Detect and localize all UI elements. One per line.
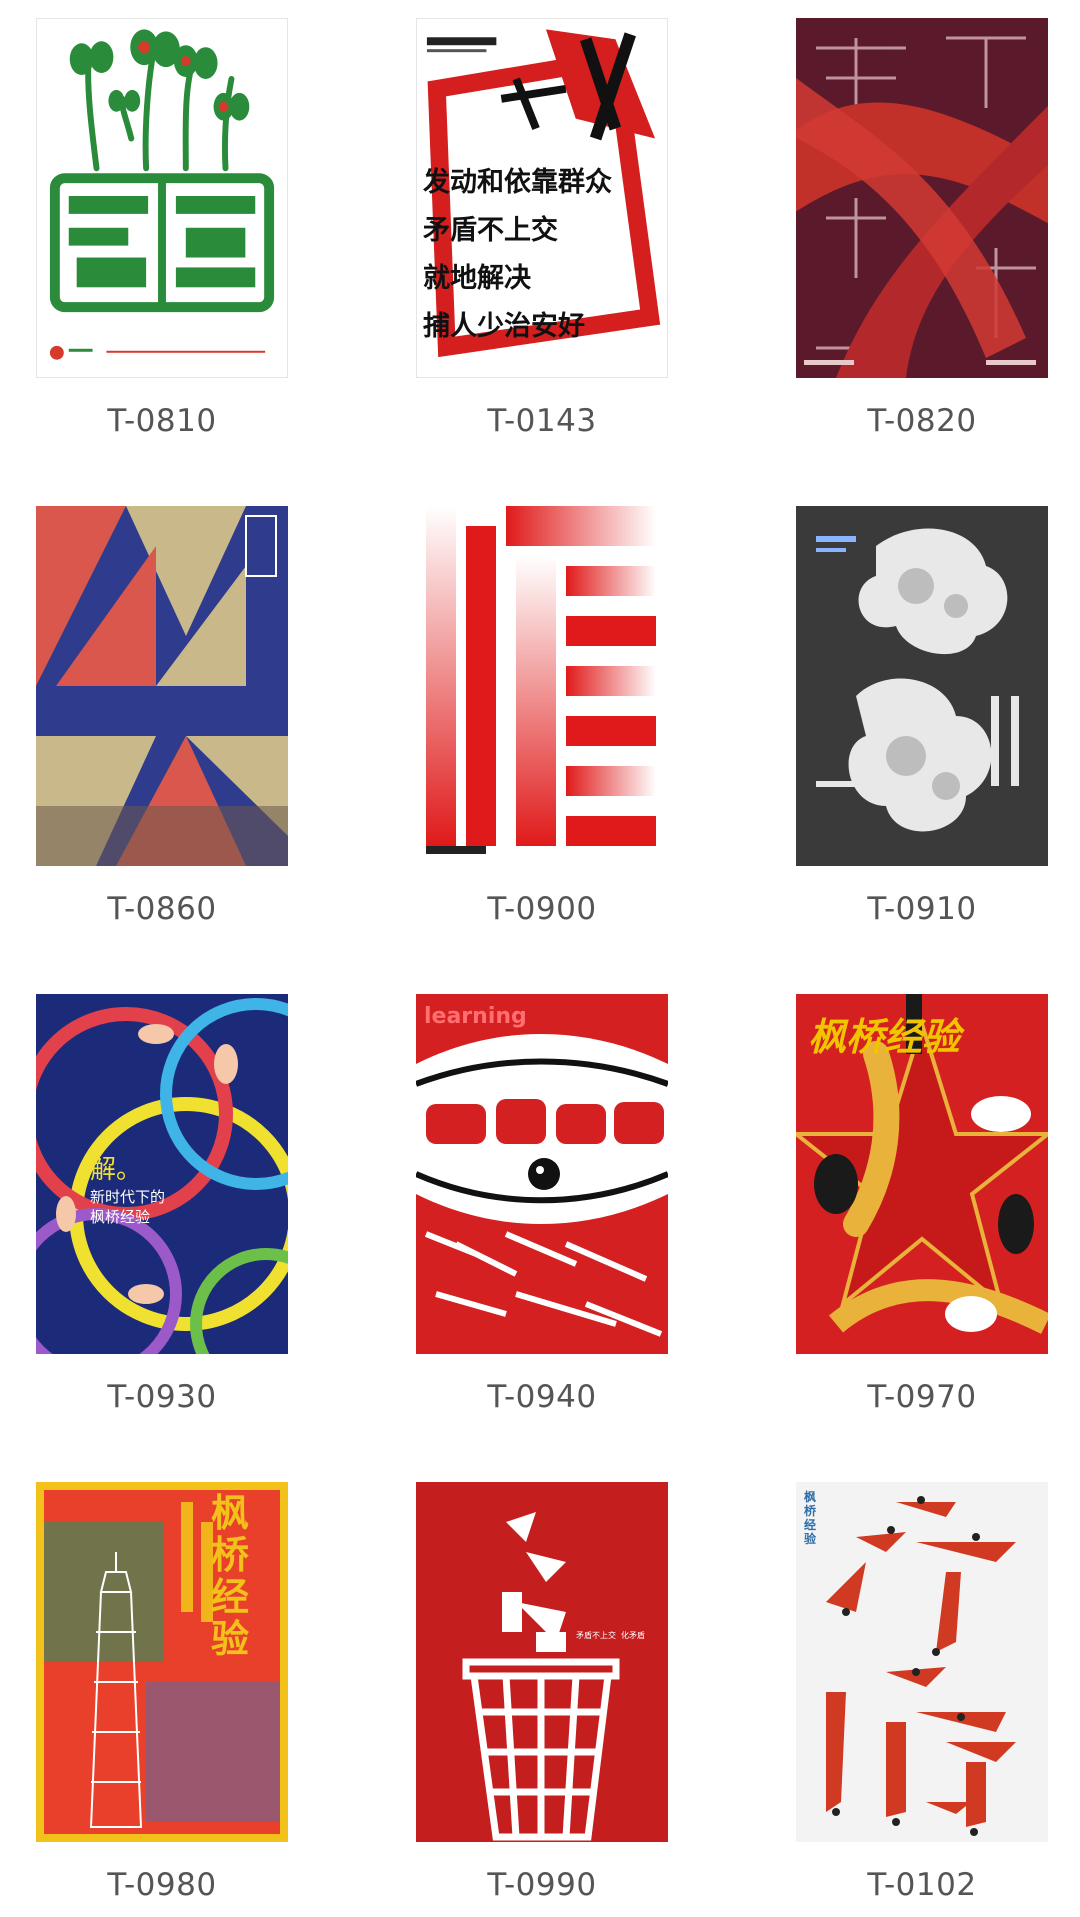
- poster-image: 发动和依靠群众 矛盾不上交 就地解决 捕人少治安好: [416, 18, 668, 378]
- poster-image: 枫桥经验: [796, 1482, 1048, 1842]
- poster-line: 发动和依靠群众: [423, 167, 612, 198]
- poster-code: T-0990: [487, 1867, 597, 1903]
- poster-code: T-0970: [867, 1379, 977, 1415]
- poster-image: 枫桥经验: [796, 994, 1048, 1354]
- poster-image: [796, 18, 1048, 378]
- poster-card-t0820[interactable]: T-0820: [796, 18, 1048, 448]
- poster-line: 矛盾不上交: [576, 1631, 616, 1640]
- poster-card-t0143[interactable]: 发动和依靠群众 矛盾不上交 就地解决 捕人少治安好 T-0143: [416, 18, 668, 448]
- poster-title: learning: [424, 1004, 527, 1029]
- poster-code: T-0980: [107, 1867, 217, 1903]
- poster-subtitle-2: 枫桥经验: [90, 1208, 151, 1226]
- poster-card-t0990[interactable]: 矛盾不上交 化矛盾 T-0990: [416, 1482, 668, 1912]
- poster-image: 枫桥经验: [36, 1482, 288, 1842]
- poster-image: 解。 新时代下的 枫桥经验: [36, 994, 288, 1354]
- eye-brush-poster-icon: [416, 1034, 668, 1337]
- poster-card-t0930[interactable]: 解。 新时代下的 枫桥经验 T-0930: [36, 994, 288, 1424]
- poster-line: 就地解决: [423, 263, 531, 294]
- geometric-triangles-poster-icon: [36, 506, 288, 866]
- poster-card-t0810[interactable]: T-0810: [36, 18, 288, 448]
- poster-code: T-0930: [107, 1379, 217, 1415]
- poster-code: T-0102: [867, 1867, 977, 1903]
- poster-image: [36, 506, 288, 866]
- poster-code: T-0860: [107, 891, 217, 927]
- poster-code: T-0900: [487, 891, 597, 927]
- poster-code: T-0820: [867, 403, 977, 439]
- cloud-calligraphy-poster-icon: [816, 528, 1019, 832]
- poster-subtitle: 新时代下的: [90, 1188, 166, 1206]
- ribbon-typography-poster-icon: [796, 36, 1048, 378]
- red-stripes-poster-icon: [426, 506, 656, 854]
- poster-title: 解。: [90, 1155, 143, 1185]
- people-glyphs-poster-icon: [826, 1496, 1016, 1836]
- poster-image: [36, 18, 288, 378]
- poster-card-t0860[interactable]: T-0860: [36, 506, 288, 936]
- poster-image: learning: [416, 994, 668, 1354]
- trash-basket-poster-icon: [462, 1512, 620, 1841]
- hands-rings-poster-icon: [36, 998, 288, 1354]
- poster-code: T-0910: [867, 891, 977, 927]
- poster-card-t0980[interactable]: 枫桥经验 T-0980: [36, 1482, 288, 1912]
- poster-code: T-0940: [487, 1379, 597, 1415]
- poster-gallery: T-0810 发动和依靠群众 矛盾不上交 就地解决 捕人少治安好 T-0143: [0, 0, 1080, 1917]
- poster-code: T-0810: [107, 403, 217, 439]
- poster-card-t0940[interactable]: learning T-0940: [416, 994, 668, 1424]
- poster-image: 矛盾不上交 化矛盾: [416, 1482, 668, 1842]
- poster-card-t0910[interactable]: T-0910: [796, 506, 1048, 936]
- poster-image: [796, 506, 1048, 866]
- poster-line: 矛盾不上交: [423, 215, 558, 246]
- poster-line: 捕人少治安好: [423, 311, 585, 342]
- poster-card-t0102[interactable]: 枫桥经验 T-0102: [796, 1482, 1048, 1912]
- sprout-book-poster-icon: [49, 29, 275, 360]
- poster-card-t0970[interactable]: 枫桥经验 T-0970: [796, 994, 1048, 1424]
- poster-card-t0900[interactable]: T-0900: [416, 506, 668, 936]
- poster-title: 枫桥经验: [804, 1490, 817, 1546]
- poster-title: 枫桥经验: [808, 1014, 961, 1059]
- poster-line: 化矛盾: [621, 1631, 645, 1640]
- poster-code: T-0143: [487, 403, 597, 439]
- poster-title: 枫桥经验: [211, 1490, 250, 1661]
- poster-image: [416, 506, 668, 866]
